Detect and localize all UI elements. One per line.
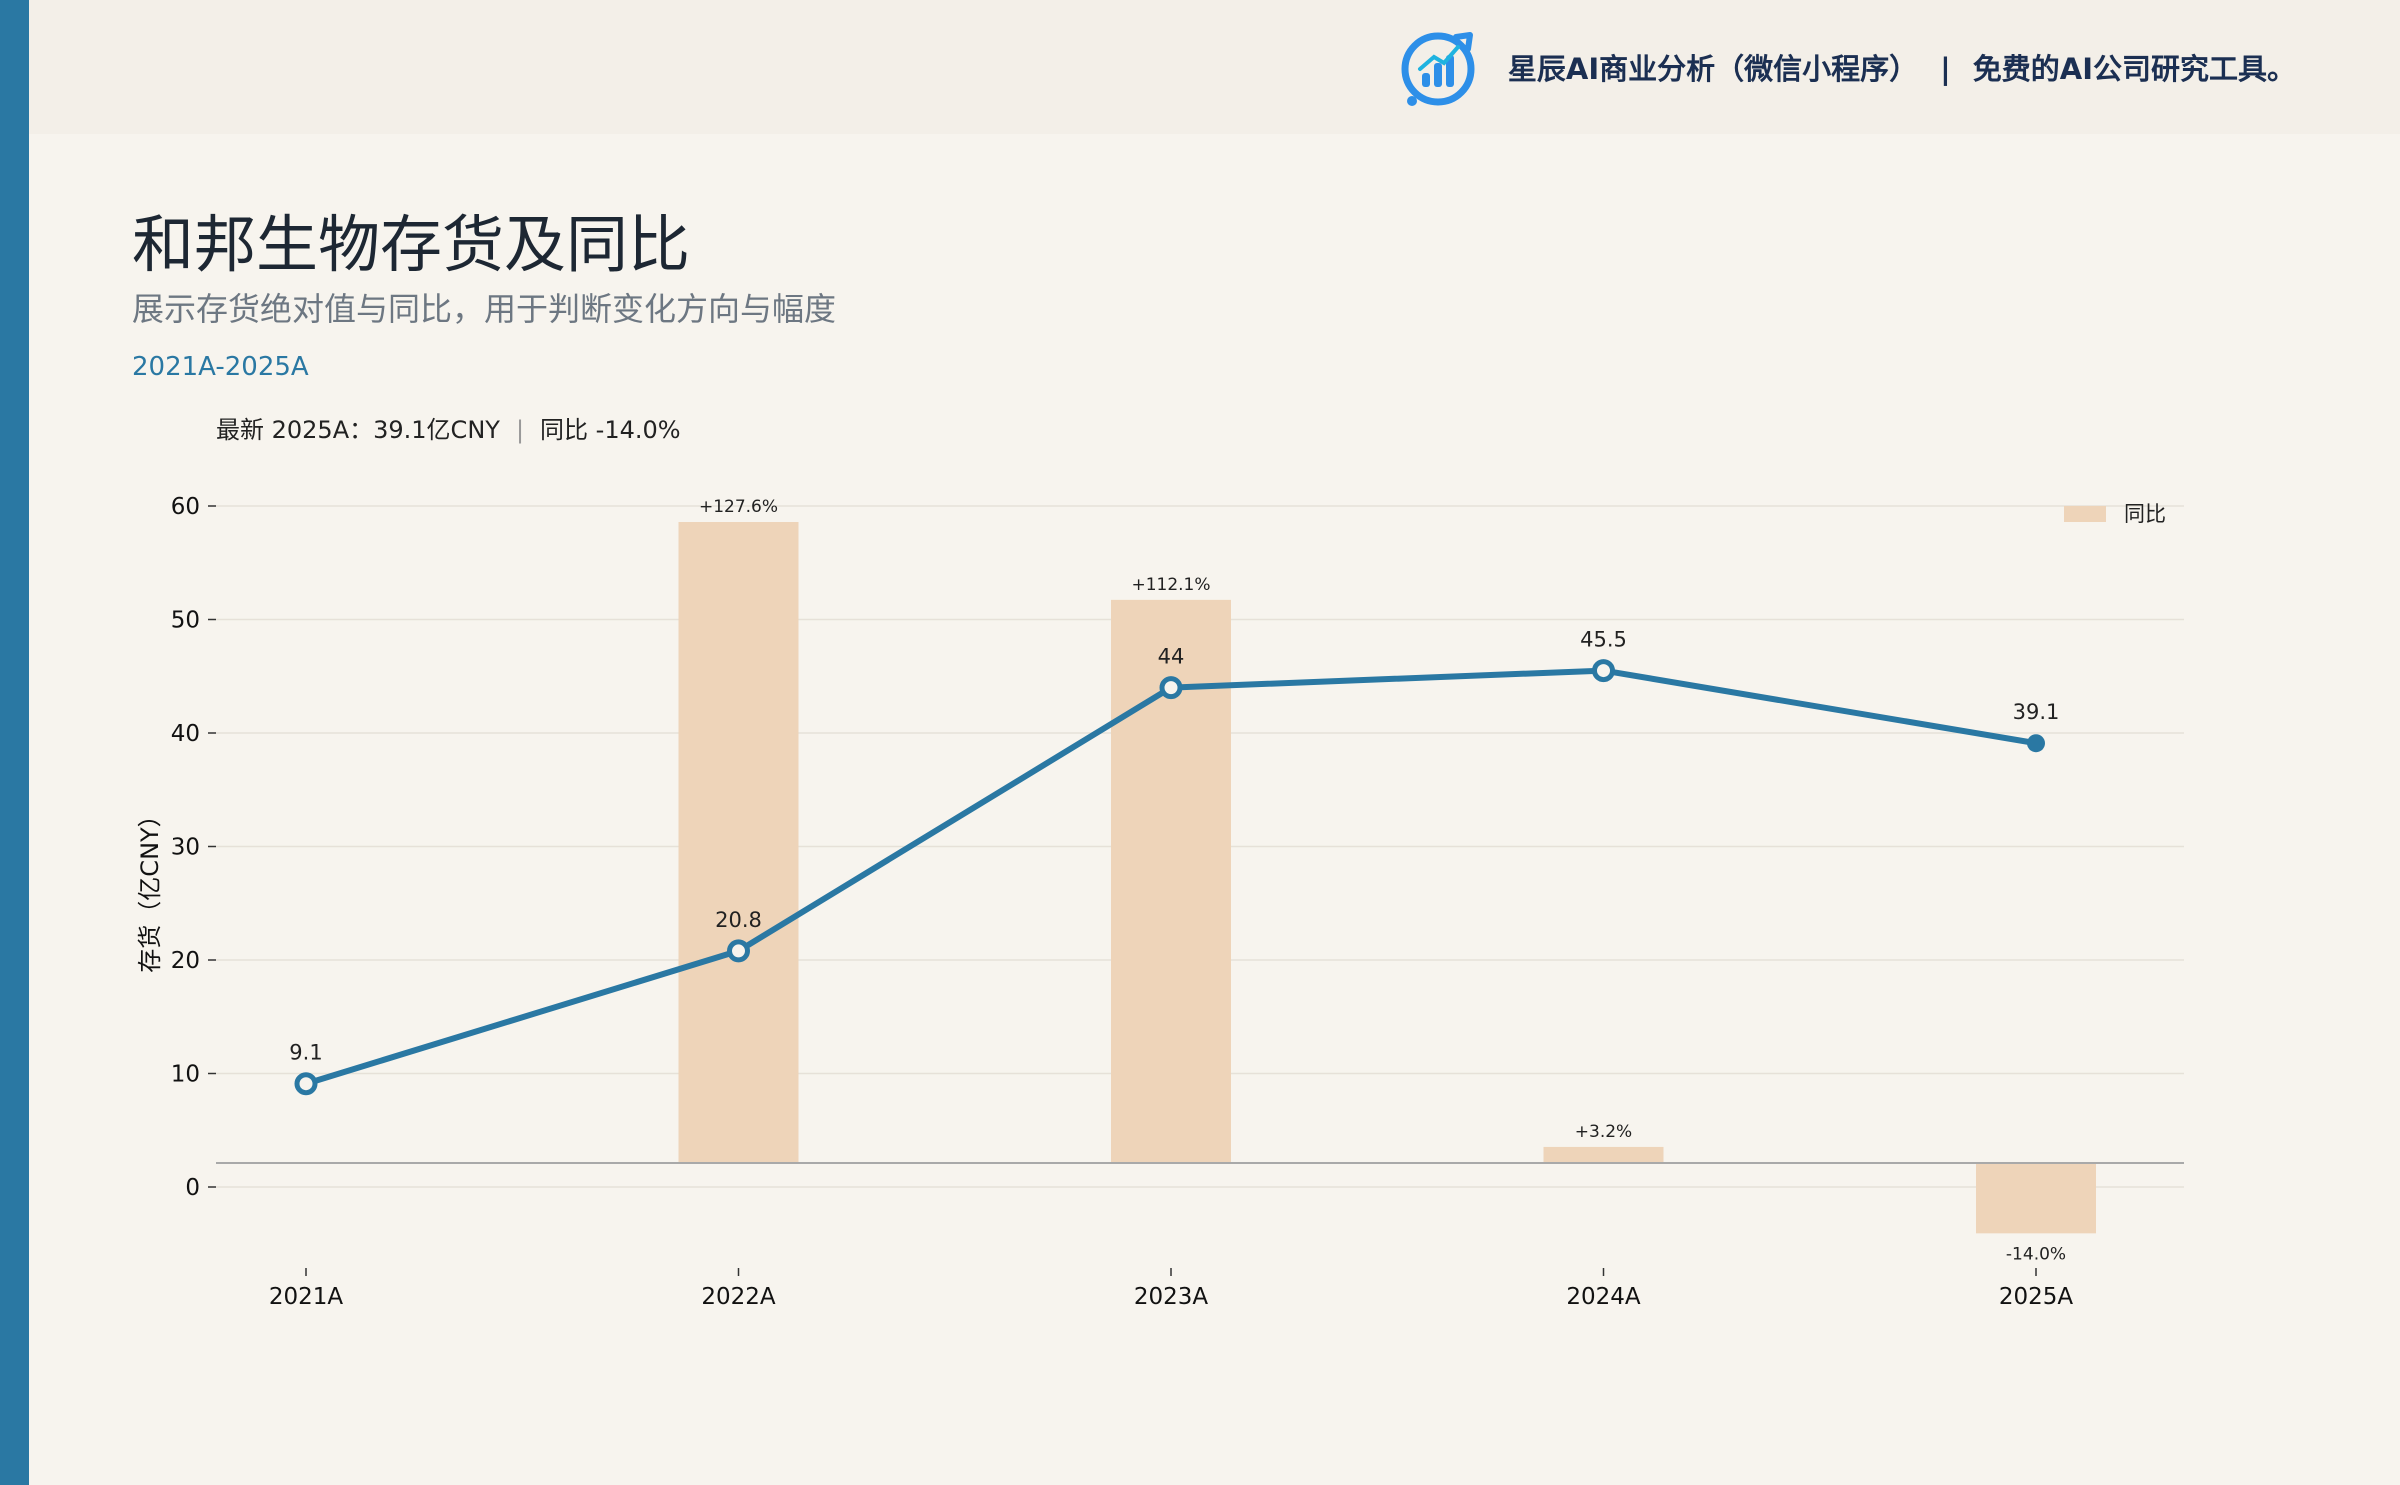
y-tick-label: 20 <box>171 948 200 974</box>
yoy-data-label: +127.6% <box>699 497 778 517</box>
inventory-point <box>2027 734 2045 753</box>
inventory-point <box>1592 659 1615 683</box>
inventory-data-label: 45.5 <box>1580 628 1627 652</box>
yoy-bar <box>678 522 799 1163</box>
x-tick-label: 2024A <box>1566 1284 1641 1310</box>
inventory-data-label: 9.1 <box>289 1041 322 1065</box>
inventory-data-label: 39.1 <box>2013 700 2060 724</box>
x-tick-label: 2023A <box>1134 1284 1209 1310</box>
y-axis-label: 存货（亿CNY） <box>136 803 164 972</box>
yoy-data-label: -14.0% <box>2006 1244 2066 1264</box>
inventory-point <box>1159 676 1183 700</box>
yoy-bar <box>1976 1163 2096 1234</box>
legend-label: 同比 <box>2124 502 2166 526</box>
inventory-point <box>727 939 750 963</box>
inventory-data-label: 20.8 <box>715 908 762 932</box>
yoy-bar <box>1543 1146 1664 1163</box>
y-tick-label: 50 <box>171 608 200 634</box>
y-tick-label: 0 <box>185 1175 200 1201</box>
inventory-data-label: 44 <box>1158 645 1185 669</box>
y-tick-label: 60 <box>171 494 200 520</box>
legend-swatch <box>2064 506 2106 522</box>
page: 星辰AI商业分析（微信小程序） | 免费的AI公司研究工具。 和邦生物存货及同比 展… <box>0 0 2400 1485</box>
y-tick-label: 30 <box>171 835 200 861</box>
inventory-chart: 0 10 20 30 40 50 60 存货（亿CNY） +127.6% +112.1% +3.2%… <box>136 494 2184 1310</box>
yoy-data-label: +112.1% <box>1131 575 1210 595</box>
x-tick-label: 2022A <box>701 1284 776 1310</box>
x-tick-label: 2021A <box>269 1284 344 1310</box>
yoy-data-label: +3.2% <box>1575 1122 1632 1142</box>
y-tick-label: 10 <box>171 1062 200 1088</box>
inventory-point <box>294 1072 318 1096</box>
x-tick-label: 2025A <box>1999 1284 2074 1310</box>
y-tick-label: 40 <box>171 721 200 747</box>
